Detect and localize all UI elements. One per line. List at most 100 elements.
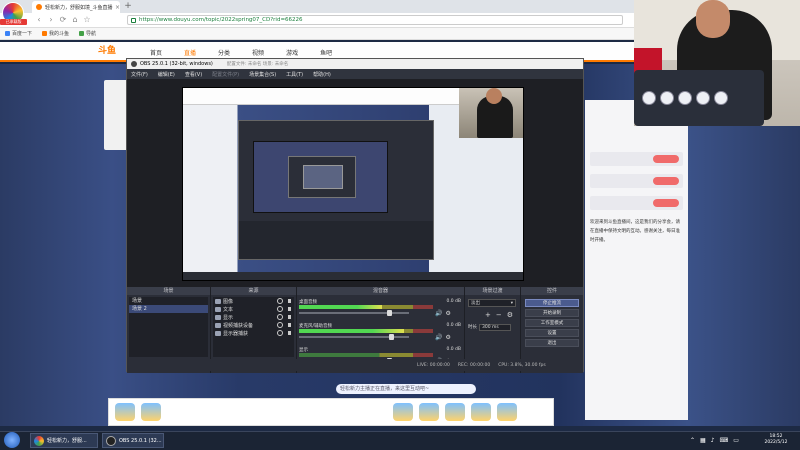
taskbar-item-browser[interactable]: 轻松新力，舒服...: [30, 433, 98, 448]
bookmark-icon: [5, 31, 10, 36]
site-nav-item[interactable]: 视频: [252, 48, 264, 57]
speaker-icon[interactable]: 🔊: [435, 334, 442, 341]
menu-tools[interactable]: 工具(T): [286, 71, 303, 78]
gift-icon[interactable]: [141, 403, 161, 421]
follow-tag[interactable]: [653, 155, 679, 163]
browser-icon: [34, 435, 44, 446]
visibility-icon[interactable]: [277, 298, 283, 304]
forward-icon[interactable]: ›: [46, 14, 56, 26]
gift-icon[interactable]: [393, 403, 413, 421]
source-item[interactable]: 视频捕获设备: [213, 321, 294, 329]
obs-preview-area[interactable]: [127, 79, 583, 287]
studio-mode-button[interactable]: 工作室模式: [525, 319, 579, 327]
new-tab-button[interactable]: +: [123, 1, 133, 12]
mixer-track-db: 0.0 dB: [446, 299, 461, 304]
scenes-header: 场景: [127, 287, 210, 295]
home-icon[interactable]: ⌂: [70, 14, 80, 26]
visibility-icon[interactable]: [277, 306, 283, 312]
menu-file[interactable]: 文件(F): [131, 71, 148, 78]
site-nav-item[interactable]: 首页: [150, 48, 162, 57]
site-nav-item[interactable]: 直播: [184, 48, 196, 57]
follow-tag[interactable]: [653, 199, 679, 207]
transitions-header: 场景过渡: [465, 287, 520, 295]
gear-icon[interactable]: ⚙: [445, 310, 450, 317]
bookmark-item[interactable]: 我的斗鱼: [42, 30, 69, 37]
image-icon: [215, 298, 221, 304]
mixer-header: 混音器: [297, 287, 464, 295]
speaker-icon[interactable]: 🔊: [435, 310, 442, 317]
menu-profile[interactable]: 配置文件(P): [212, 71, 239, 78]
volume-slider[interactable]: [299, 310, 409, 316]
browser-tab-active[interactable]: 轻松新力，舒服如境_斗鱼直播 ×: [32, 1, 120, 13]
visibility-icon[interactable]: [277, 322, 283, 328]
duration-label: 时长: [468, 325, 477, 330]
address-bar[interactable]: https://www.douyu.com/topic/2022spring07…: [127, 15, 623, 25]
remove-transition-button[interactable]: −: [496, 311, 502, 319]
source-item[interactable]: 显示器捕获: [213, 329, 294, 337]
chevron-up-icon[interactable]: ⌃: [690, 437, 695, 444]
duration-input[interactable]: 300 ms: [479, 323, 511, 331]
obs-window-title: OBS 25.0.1 (32-bit, windows): [140, 61, 213, 67]
menu-view[interactable]: 查看(V): [185, 71, 202, 78]
menu-scene-collection[interactable]: 场景集合(S): [249, 71, 276, 78]
source-item[interactable]: 显示: [213, 313, 294, 321]
obs-preview-canvas[interactable]: [182, 87, 524, 281]
chat-input[interactable]: 轻松新力主播正在直播，来这里互动吧~: [336, 384, 476, 394]
controls-header: 控件: [521, 287, 583, 295]
rank-row[interactable]: [590, 196, 683, 210]
stop-streaming-button[interactable]: 停止推流: [525, 299, 579, 307]
volume-slider-knob[interactable]: [389, 334, 395, 340]
menu-edit[interactable]: 编辑(E): [158, 71, 175, 78]
gift-icon[interactable]: [445, 403, 465, 421]
network-icon[interactable]: ▦: [700, 437, 706, 444]
arcade-stick: [634, 70, 764, 126]
gear-icon[interactable]: ⚙: [445, 334, 450, 341]
menu-help[interactable]: 帮助(H): [313, 71, 331, 78]
rank-row[interactable]: [590, 152, 683, 166]
source-item[interactable]: 图像: [213, 297, 294, 305]
back-icon[interactable]: ‹: [34, 14, 44, 26]
rank-row[interactable]: [590, 174, 683, 188]
bookmark-star-icon[interactable]: ☆: [82, 14, 92, 26]
bookmark-item[interactable]: 导航: [79, 30, 96, 37]
gift-icon[interactable]: [115, 403, 135, 421]
lock-icon[interactable]: [288, 307, 291, 311]
site-nav-item[interactable]: 游戏: [286, 48, 298, 57]
reload-icon[interactable]: ⟳: [58, 14, 68, 26]
taskbar-item-obs[interactable]: OBS 25.0.1 (32...: [102, 433, 164, 448]
bookmark-item[interactable]: 百度一下: [5, 30, 32, 37]
follow-tag[interactable]: [653, 177, 679, 185]
taskbar-clock[interactable]: 18:52 2022/5/12: [756, 434, 796, 448]
gift-icon[interactable]: [497, 403, 517, 421]
transition-settings-icon[interactable]: ⚙: [507, 311, 513, 319]
lock-icon[interactable]: [288, 323, 291, 327]
speaker-icon[interactable]: ♪: [711, 437, 715, 444]
start-recording-button[interactable]: 开始录制: [525, 309, 579, 317]
lock-icon[interactable]: [288, 299, 291, 303]
site-nav-item[interactable]: 分类: [218, 48, 230, 57]
lock-icon[interactable]: [288, 315, 291, 319]
webcam-feed: [634, 0, 800, 126]
visibility-icon[interactable]: [277, 314, 283, 320]
obs-statusbar: LIVE: 00:00:00 REC: 00:00:00 CPU: 3.8%, …: [127, 359, 583, 371]
notification-icon[interactable]: ▭: [733, 437, 739, 444]
scene-item[interactable]: 场景: [129, 297, 208, 305]
scene-item[interactable]: 场景 2: [129, 305, 208, 313]
transition-select[interactable]: 淡出 ▾: [468, 299, 516, 307]
site-nav-item[interactable]: 鱼吧: [320, 48, 332, 57]
keyboard-icon[interactable]: ⌨: [720, 437, 729, 444]
site-logo[interactable]: 斗鱼: [98, 44, 138, 59]
source-item[interactable]: 文本: [213, 305, 294, 313]
add-transition-button[interactable]: +: [485, 311, 491, 319]
gift-icon[interactable]: [471, 403, 491, 421]
settings-button[interactable]: 设置: [525, 329, 579, 337]
start-button-icon[interactable]: [4, 432, 20, 448]
volume-slider[interactable]: [299, 334, 409, 340]
exit-button[interactable]: 退出: [525, 339, 579, 347]
lock-icon[interactable]: [288, 331, 291, 335]
volume-slider-knob[interactable]: [387, 310, 393, 316]
visibility-icon[interactable]: [277, 330, 283, 336]
sources-list: 图像 文本 显示 视频捕获设备 显示器捕获: [213, 297, 294, 357]
gift-icon[interactable]: [419, 403, 439, 421]
close-tab-icon[interactable]: ×: [115, 4, 120, 11]
